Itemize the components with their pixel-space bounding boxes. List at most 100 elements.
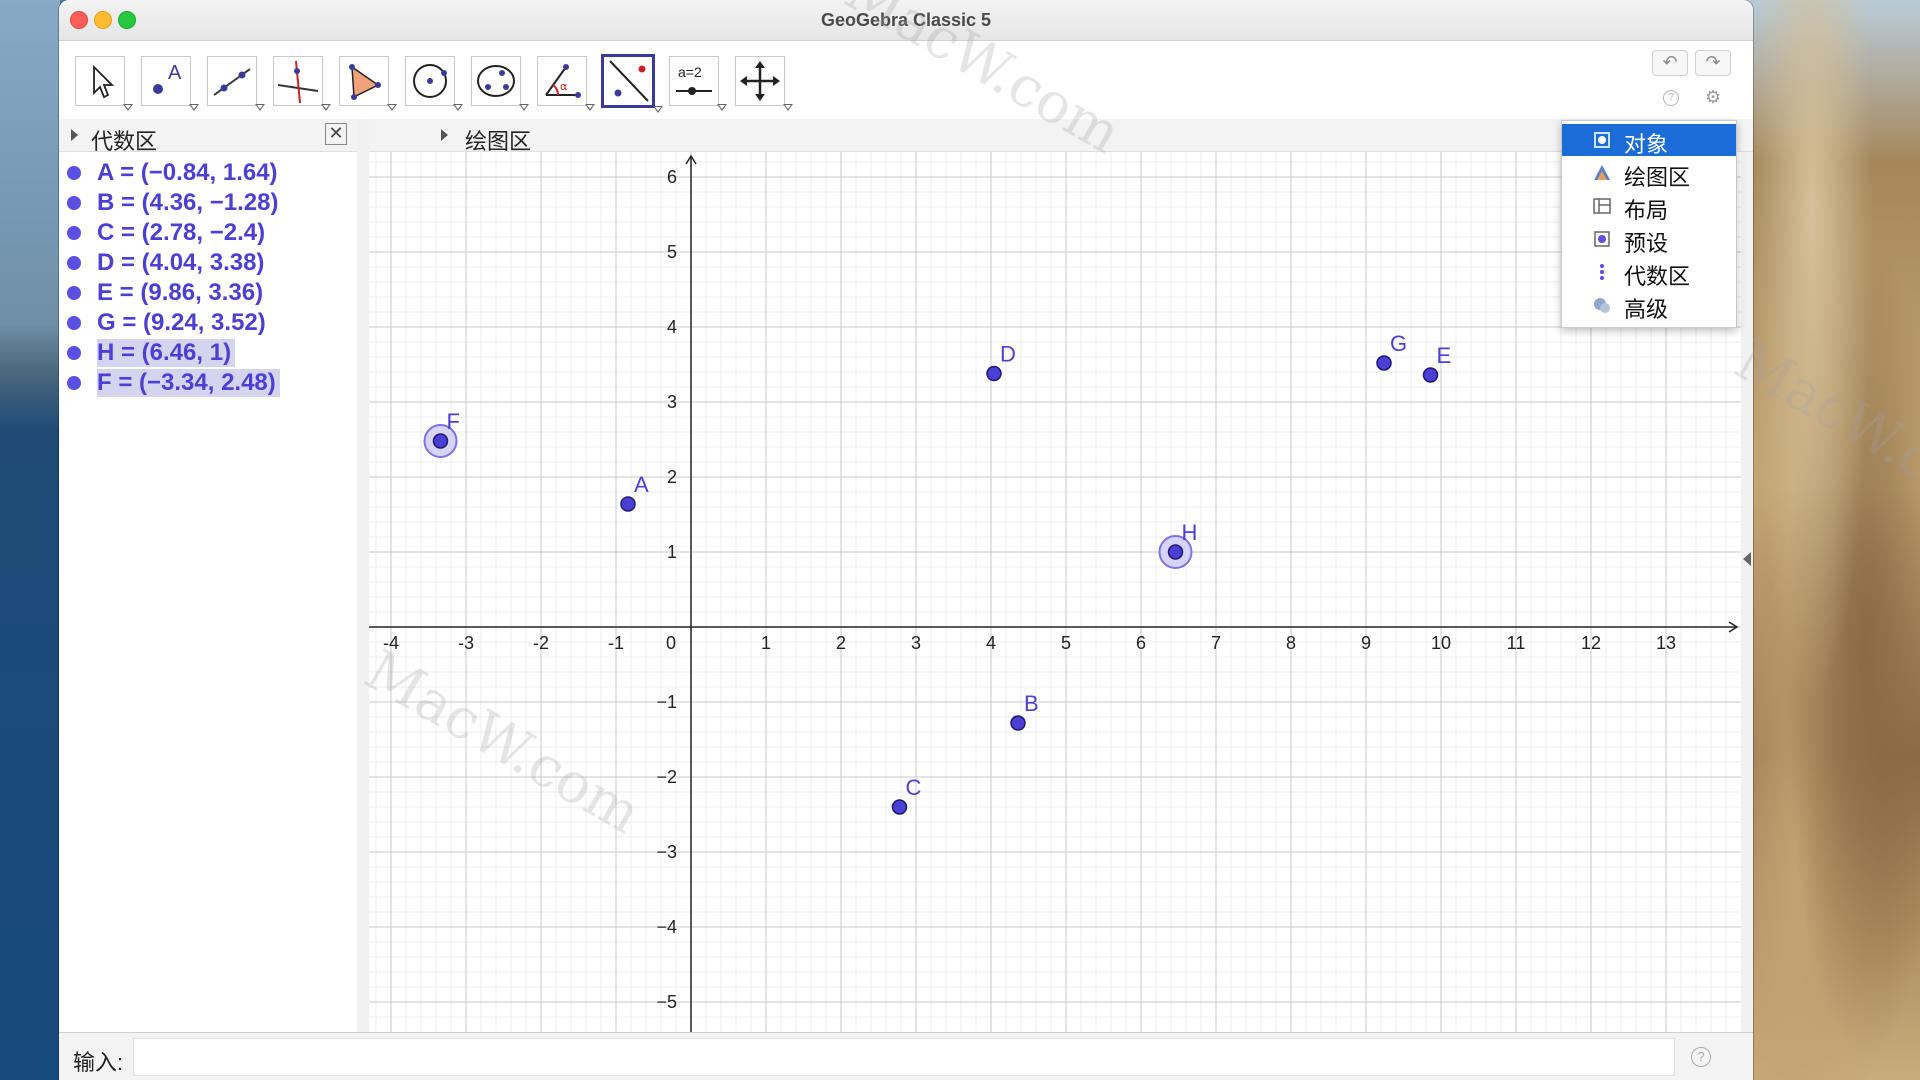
gear-icon[interactable]: ⚙	[1705, 87, 1721, 108]
graphics-canvas[interactable]: -4 -3 -2 -1 0 1 2 3 4 5 6 7 8 9 10 11 12 13 6 5 4 3 2 1 −1 −2 −3 −4…	[369, 152, 1741, 1032]
perpendicular-tool-button[interactable]	[273, 56, 331, 111]
graphics-view-header[interactable]: 绘图区	[369, 119, 1753, 154]
x-tick-label: 7	[1211, 633, 1221, 653]
visibility-toggle-icon[interactable]	[67, 316, 81, 330]
polygon-icon	[349, 64, 381, 100]
algebra-item[interactable]: A = (−0.84, 1.64)	[59, 157, 357, 187]
reflect-tool-button[interactable]	[601, 54, 663, 113]
point-label: G	[1390, 331, 1407, 356]
circle-tool-button[interactable]	[405, 56, 463, 111]
algebra-item-text[interactable]: H = (6.46, 1)	[97, 339, 236, 367]
x-tick-label: 10	[1431, 633, 1451, 653]
algebra-item[interactable]: C = (2.78, −2.4)	[59, 217, 357, 247]
algebra-item-text[interactable]: D = (4.04, 3.38)	[97, 249, 268, 277]
visibility-toggle-icon[interactable]	[67, 166, 81, 180]
redo-button[interactable]: ↷	[1695, 50, 1731, 76]
visibility-toggle-icon[interactable]	[67, 256, 81, 270]
help-icon[interactable]: ?	[1663, 90, 1679, 106]
input-bar: 输入: ?	[59, 1032, 1753, 1080]
input-field[interactable]	[133, 1038, 1675, 1076]
y-tick-label: 2	[667, 467, 677, 487]
point-E[interactable]	[1422, 367, 1439, 383]
algebra-item[interactable]: B = (4.36, −1.28)	[59, 187, 357, 217]
chevron-down-icon[interactable]	[519, 104, 529, 111]
menu-item-defaults[interactable]: 预设	[1562, 223, 1736, 256]
algebra-item-text[interactable]: A = (−0.84, 1.64)	[97, 159, 282, 187]
point-H[interactable]	[1167, 544, 1184, 560]
x-tick-label: 12	[1581, 633, 1601, 653]
algebra-view-title: 代数区	[91, 129, 158, 154]
point-G[interactable]	[1376, 355, 1392, 371]
move-arrows-icon	[740, 61, 780, 101]
y-tick-label: 4	[667, 317, 677, 337]
algebra-item[interactable]: H = (6.46, 1)	[59, 337, 357, 367]
algebra-item[interactable]: F = (−3.34, 2.48)	[59, 367, 357, 397]
angle-tool-button[interactable]: α	[537, 56, 595, 111]
x-tick-label: 8	[1286, 633, 1296, 653]
visibility-toggle-icon[interactable]	[67, 286, 81, 300]
chevron-down-icon[interactable]	[255, 104, 265, 111]
triangle-right-icon[interactable]	[71, 129, 78, 141]
move-graphics-tool-button[interactable]	[735, 56, 793, 111]
undo-button[interactable]: ↶	[1652, 50, 1688, 76]
view-splitter[interactable]	[357, 119, 369, 1032]
chevron-down-icon[interactable]	[585, 104, 595, 111]
chevron-down-icon[interactable]	[189, 104, 199, 111]
polygon-tool-button[interactable]	[339, 56, 397, 111]
triangle-left-icon[interactable]	[1743, 552, 1751, 566]
chevron-down-icon[interactable]	[717, 104, 727, 111]
visibility-toggle-icon[interactable]	[67, 376, 81, 390]
chevron-down-icon[interactable]	[321, 104, 331, 111]
help-icon[interactable]: ?	[1691, 1047, 1711, 1067]
x-tick-label: 6	[1136, 633, 1146, 653]
move-tool-button[interactable]	[75, 56, 133, 111]
algebra-item[interactable]: E = (9.86, 3.36)	[59, 277, 357, 307]
title-bar: GeoGebra Classic 5	[59, 0, 1753, 41]
coordinate-plane[interactable]: -4 -3 -2 -1 0 1 2 3 4 5 6 7 8 9 10 11 12 13654321−1−2−3−4…	[369, 152, 1741, 1032]
chevron-down-icon[interactable]	[453, 104, 463, 111]
cursor-arrow-icon	[93, 64, 115, 99]
line-tool-icon	[213, 68, 251, 96]
menu-item-layout[interactable]: 布局	[1562, 190, 1736, 223]
advanced-icon	[1594, 298, 1610, 313]
point-label: H	[1182, 520, 1198, 545]
point-D[interactable]	[986, 365, 1002, 382]
point-C[interactable]	[891, 799, 908, 815]
chevron-down-icon[interactable]	[123, 104, 133, 111]
point-tool-button[interactable]: A	[141, 56, 199, 111]
algebra-view-header[interactable]: 代数区 ✕	[59, 119, 357, 154]
menu-item-label: 代数区	[1624, 264, 1691, 289]
line-tool-button[interactable]	[207, 56, 265, 111]
menu-item-object[interactable]: 对象	[1562, 124, 1736, 157]
visibility-toggle-icon[interactable]	[67, 346, 81, 360]
point-B[interactable]	[1010, 715, 1026, 731]
svg-text:A: A	[168, 62, 182, 84]
algebra-item-text[interactable]: C = (2.78, −2.4)	[97, 219, 269, 247]
conic-icon	[477, 65, 515, 97]
visibility-toggle-icon[interactable]	[67, 196, 81, 210]
menu-item-algebra-view[interactable]: 代数区	[1562, 256, 1736, 289]
point-F[interactable]	[432, 433, 449, 449]
point-A[interactable]	[620, 496, 636, 512]
algebra-item[interactable]: G = (9.24, 3.52)	[59, 307, 357, 337]
close-icon[interactable]: ✕	[325, 123, 347, 145]
view-collapse-handle[interactable]	[1741, 152, 1753, 1032]
algebra-item-text[interactable]: F = (−3.34, 2.48)	[97, 369, 280, 397]
chevron-down-icon[interactable]	[653, 106, 663, 113]
slider-tool-button[interactable]: a=2	[669, 56, 727, 111]
circle-icon	[413, 64, 447, 98]
chevron-down-icon[interactable]	[387, 104, 397, 111]
menu-item-advanced[interactable]: 高级	[1562, 289, 1736, 322]
x-tick-label: -2	[533, 633, 549, 653]
algebra-item-text[interactable]: B = (4.36, −1.28)	[97, 189, 282, 217]
algebra-item-text[interactable]: E = (9.86, 3.36)	[97, 279, 267, 307]
object-icon	[1594, 132, 1610, 148]
menu-item-label: 布局	[1624, 198, 1669, 223]
algebra-item[interactable]: D = (4.04, 3.38)	[59, 247, 357, 277]
conic-tool-button[interactable]	[471, 56, 529, 111]
chevron-down-icon[interactable]	[783, 104, 793, 111]
menu-item-graphics-view[interactable]: 绘图区	[1562, 157, 1736, 190]
algebra-item-text[interactable]: G = (9.24, 3.52)	[97, 309, 270, 337]
visibility-toggle-icon[interactable]	[67, 226, 81, 240]
triangle-right-icon[interactable]	[441, 129, 448, 141]
